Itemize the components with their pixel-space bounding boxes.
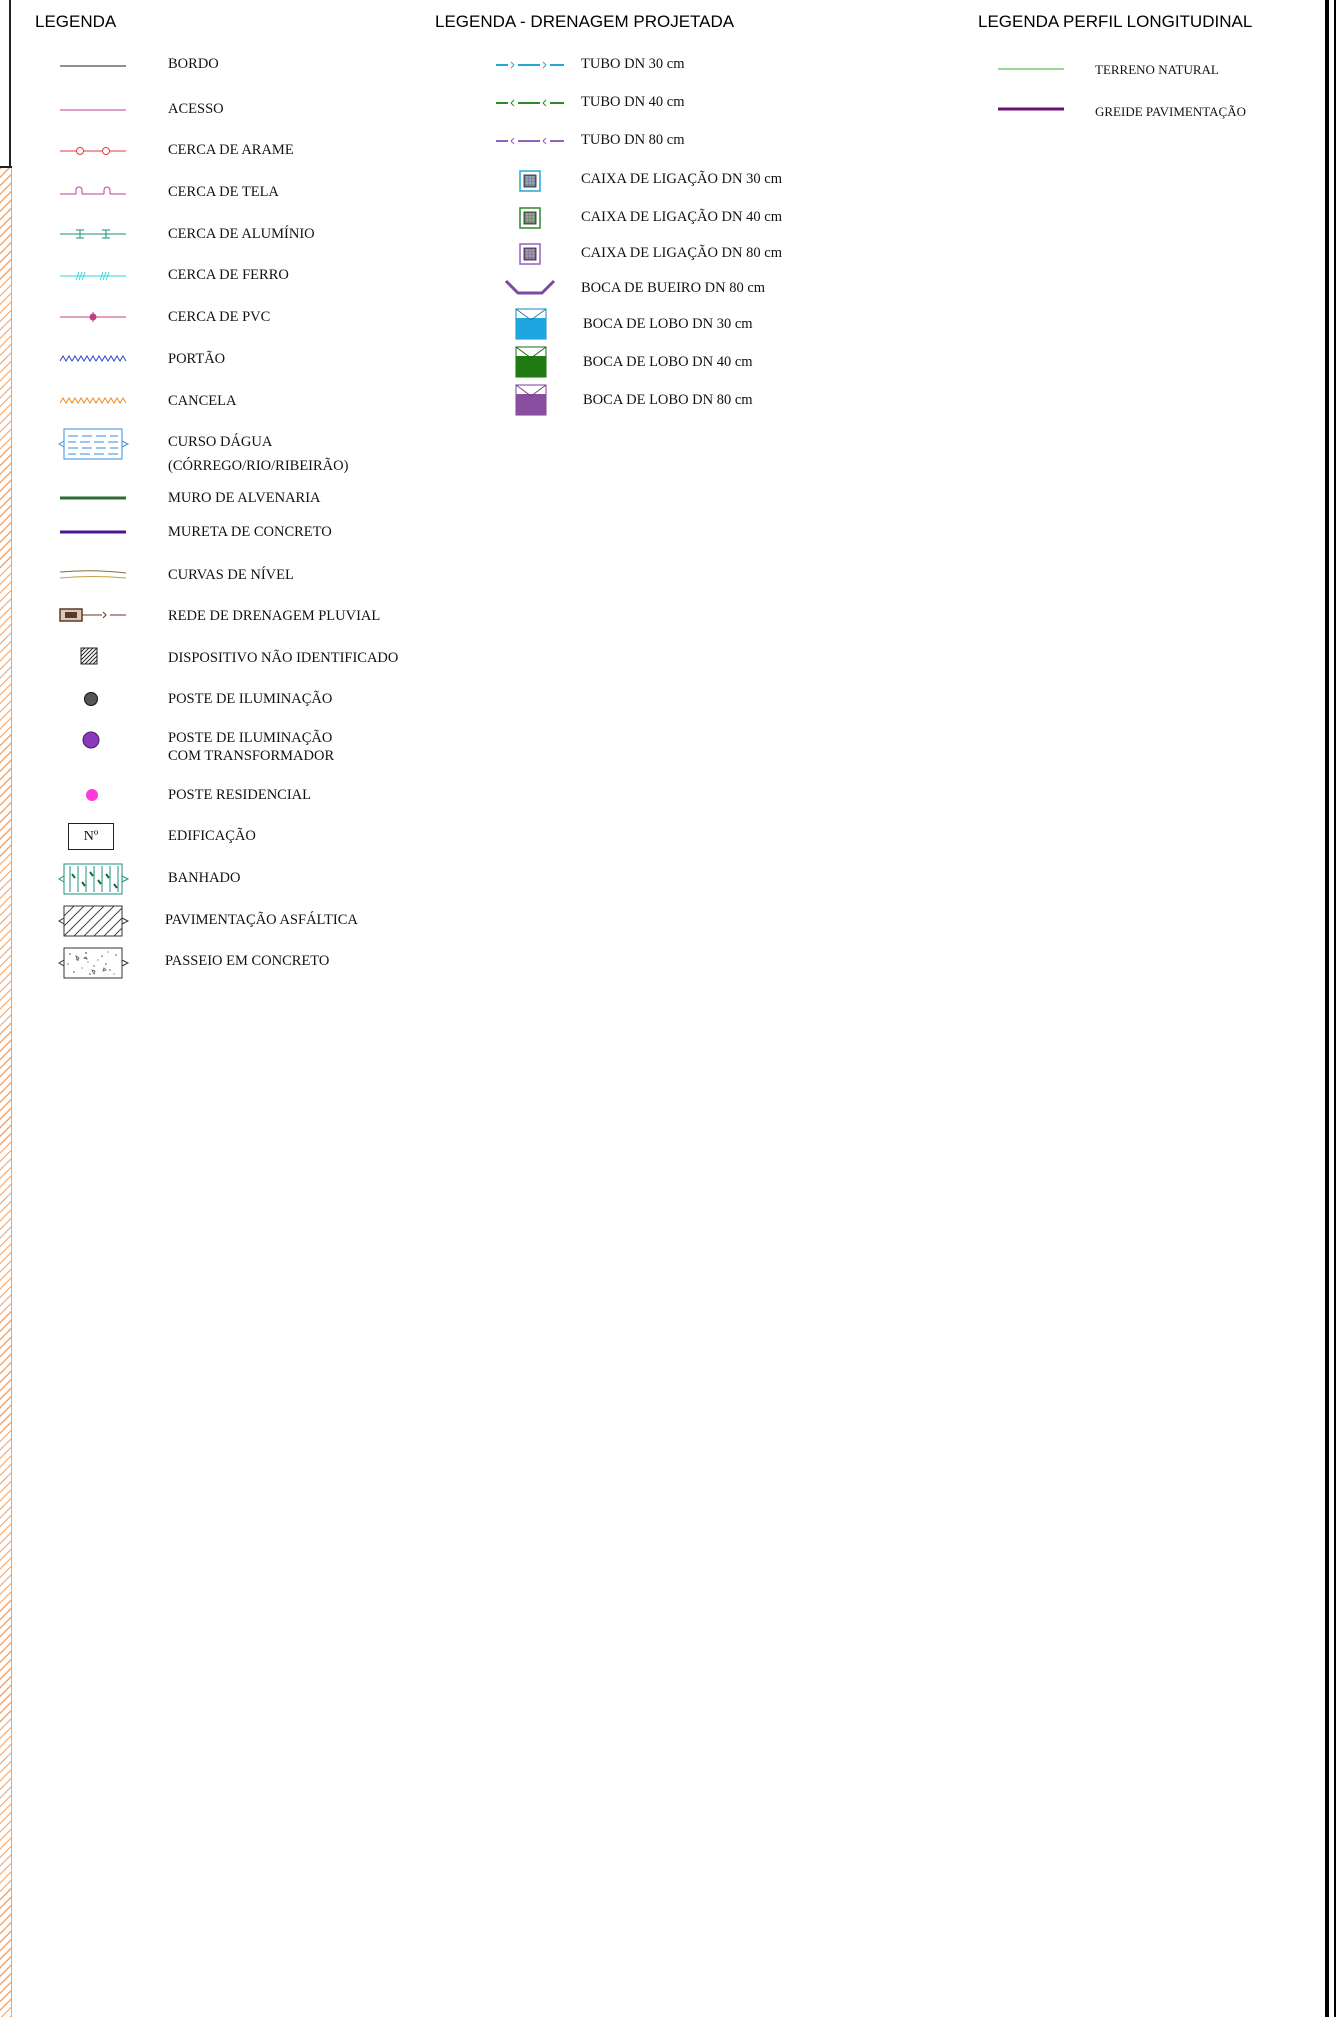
legend-label-mureta-concreto: MURETA DE CONCRETO [168,524,332,540]
symbol-cerca-arame [60,147,126,155]
legend-label-poste-transformador-detail: COM TRANSFORMADOR [168,748,335,764]
legend-label-rede-drenagem: REDE DE DRENAGEM PLUVIAL [168,608,381,624]
legend-label-banhado: BANHADO [168,870,241,886]
legend-label-portao: PORTÃO [168,351,226,367]
symbol-acesso [60,109,126,111]
symbol-tubo-80 [496,137,564,145]
symbol-poste-iluminacao [84,692,98,706]
legend-label-passeio-concreto: PASSEIO EM CONCRETO [165,953,330,969]
legend-label-muro-alvenaria: MURO DE ALVENARIA [168,490,321,506]
hatched-border-strip [0,168,12,2017]
symbol-caixa-80 [519,243,541,265]
symbol-rede-drenagem [59,608,126,622]
legend-drainage-title: LEGENDA - DRENAGEM PROJETADA [435,12,735,31]
legend-label-cancela: CANCELA [168,393,237,409]
symbol-boca-bueiro-80 [504,279,556,295]
symbol-caixa-30 [519,170,541,192]
legend-label-boca-lobo-40: BOCA DE LOBO DN 40 cm [583,354,753,370]
legend-label-pavimentacao-asfaltica: PAVIMENTAÇÃO ASFÁLTICA [165,912,358,928]
legend-label-terreno-natural: TERRENO NATURAL [1095,62,1219,77]
symbol-cerca-aluminio [60,229,126,239]
symbol-cerca-tela [60,186,126,195]
legend-label-cerca-tela: CERCA DE TELA [168,184,279,200]
symbol-boca-lobo-30 [515,308,547,340]
symbol-edificacao: Nº [68,823,114,850]
legend-label-boca-bueiro-80: BOCA DE BUEIRO DN 80 cm [581,280,766,296]
symbol-terreno-natural [998,68,1064,70]
symbol-banhado [58,863,130,895]
symbol-portao [59,355,127,362]
legend-label-caixa-80: CAIXA DE LIGAÇÃO DN 80 cm [581,245,782,261]
symbol-poste-transformador [82,731,100,749]
legend-label-caixa-40: CAIXA DE LIGAÇÃO DN 40 cm [581,209,782,225]
symbol-curvas-nivel [59,570,127,579]
sheet-border-outer [1334,0,1336,2017]
legend-label-curso-dagua: CURSO DÁGUA [168,434,273,450]
legend-label-curso-dagua-detail: (CÓRREGO/RIO/RIBEIRÃO) [168,458,349,474]
legend-label-poste-residencial: POSTE RESIDENCIAL [168,787,311,803]
symbol-muro-alvenaria [60,496,126,500]
symbol-tubo-40 [496,99,564,107]
symbol-caixa-40 [519,207,541,229]
symbol-cerca-ferro [60,271,126,281]
symbol-mureta-concreto [60,530,126,534]
symbol-cerca-pvc [60,312,126,322]
legend-label-tubo-30: TUBO DN 30 cm [581,56,685,72]
legend-label-acesso: ACESSO [168,101,224,117]
symbol-boca-lobo-40 [515,346,547,378]
legend-label-cerca-pvc: CERCA DE PVC [168,309,271,325]
legend-label-dispositivo-nao-identificado: DISPOSITIVO NÃO IDENTIFICADO [168,650,399,666]
symbol-passeio-concreto [58,947,130,979]
legend-label-tubo-80: TUBO DN 80 cm [581,132,685,148]
symbol-curso-dagua [58,428,130,460]
legend-label-bordo: BORDO [168,56,219,72]
legend-label-cerca-aluminio: CERCA DE ALUMÍNIO [168,226,315,242]
symbol-boca-lobo-80 [515,384,547,416]
legend-label-edificacao: EDIFICAÇÃO [168,828,256,844]
legend-general-title: LEGENDA [35,12,117,31]
symbol-dispositivo-nao-identificado [80,647,98,665]
legend-label-poste-iluminacao: POSTE DE ILUMINAÇÃO [168,691,333,707]
legend-label-cerca-ferro: CERCA DE FERRO [168,267,289,283]
symbol-cancela [59,397,127,404]
legend-label-cerca-arame: CERCA DE ARAME [168,142,294,158]
legend-label-curvas-nivel: CURVAS DE NÍVEL [168,567,294,583]
symbol-bordo [60,65,126,67]
sheet-border-inner [1325,0,1329,2017]
legend-label-boca-lobo-80: BOCA DE LOBO DN 80 cm [583,392,753,408]
legend-label-boca-lobo-30: BOCA DE LOBO DN 30 cm [583,316,753,332]
legend-label-poste-transformador: POSTE DE ILUMINAÇÃO [168,730,333,746]
symbol-tubo-30 [496,61,564,69]
legend-label-caixa-30: CAIXA DE LIGAÇÃO DN 30 cm [581,171,782,187]
symbol-poste-residencial [86,789,98,801]
legend-label-tubo-40: TUBO DN 40 cm [581,94,685,110]
symbol-pavimentacao-asfaltica [58,905,130,937]
drawing-edge-line [9,0,11,168]
symbol-greide-pavimentacao [998,107,1064,111]
legend-profile-title: LEGENDA PERFIL LONGITUDINAL [978,12,1253,31]
legend-label-greide-pavimentacao: GREIDE PAVIMENTAÇÃO [1095,104,1246,119]
